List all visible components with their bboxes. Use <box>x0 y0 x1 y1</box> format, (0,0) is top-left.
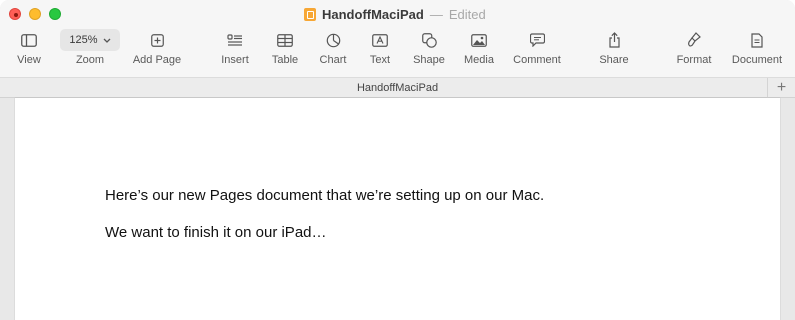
zoom-control[interactable]: 125% Zoom <box>60 29 120 72</box>
media-button[interactable]: Media <box>460 30 498 72</box>
chart-label: Chart <box>319 54 347 66</box>
view-label: View <box>17 54 41 66</box>
edited-status: Edited <box>448 7 486 22</box>
zoom-value: 125% <box>69 34 98 46</box>
shape-icon <box>421 30 437 50</box>
tab-bar: HandoffMaciPad + <box>0 77 795 98</box>
add-page-label: Add Page <box>132 54 182 66</box>
body-paragraph-2[interactable]: We want to finish it on our iPad… <box>105 224 327 241</box>
body-paragraph-1[interactable]: Here’s our new Pages document that we’re… <box>105 187 544 204</box>
format-label: Format <box>676 54 712 66</box>
comment-icon <box>529 30 545 50</box>
new-tab-button[interactable]: + <box>767 78 795 98</box>
text-box-icon <box>372 30 388 50</box>
pages-document-icon <box>304 8 316 21</box>
insert-icon <box>227 30 243 50</box>
table-label: Table <box>271 54 299 66</box>
format-button[interactable]: Format <box>673 30 715 72</box>
comment-button[interactable]: Comment <box>510 30 564 72</box>
title-separator: — <box>429 7 443 22</box>
close-window-button[interactable] <box>9 8 21 20</box>
media-icon <box>471 30 487 50</box>
chevron-down-icon <box>103 34 111 46</box>
sidebar-icon <box>21 30 37 50</box>
document-label: Document <box>731 54 783 66</box>
plus-square-icon <box>150 30 164 50</box>
pages-window: HandoffMaciPad — Edited View 125% Zoom A… <box>0 0 795 320</box>
zoom-label: Zoom <box>75 54 105 66</box>
shape-button[interactable]: Shape <box>410 30 448 72</box>
zoom-dropdown[interactable]: 125% <box>60 29 120 51</box>
comment-label: Comment <box>513 54 561 66</box>
minimize-window-button[interactable] <box>29 8 41 20</box>
document-button[interactable]: Document <box>729 30 785 72</box>
window-title-bar: HandoffMaciPad — Edited <box>304 6 486 23</box>
chart-button[interactable]: Chart <box>315 30 351 72</box>
toolbar: HandoffMaciPad — Edited View 125% Zoom A… <box>0 0 795 77</box>
text-button[interactable]: Text <box>363 30 397 72</box>
share-label: Share <box>599 54 629 66</box>
insert-label: Insert <box>221 54 249 66</box>
window-title: HandoffMaciPad <box>322 7 424 22</box>
zoom-window-button[interactable] <box>49 8 61 20</box>
media-label: Media <box>464 54 494 66</box>
add-page-button[interactable]: Add Page <box>128 30 186 72</box>
table-button[interactable]: Table <box>267 30 303 72</box>
text-label: Text <box>369 54 391 66</box>
view-button[interactable]: View <box>13 30 45 72</box>
table-icon <box>277 30 293 50</box>
paintbrush-icon <box>687 30 702 50</box>
plus-icon: + <box>776 79 787 96</box>
insert-button[interactable]: Insert <box>215 30 255 72</box>
chart-icon <box>326 30 341 50</box>
share-button[interactable]: Share <box>596 30 632 72</box>
share-icon <box>608 30 621 50</box>
document-page[interactable]: Here’s our new Pages document that we’re… <box>15 98 780 320</box>
document-canvas[interactable]: Here’s our new Pages document that we’re… <box>0 98 795 320</box>
shape-label: Shape <box>413 54 445 66</box>
document-tab[interactable]: HandoffMaciPad <box>0 78 795 98</box>
document-icon <box>751 30 763 50</box>
